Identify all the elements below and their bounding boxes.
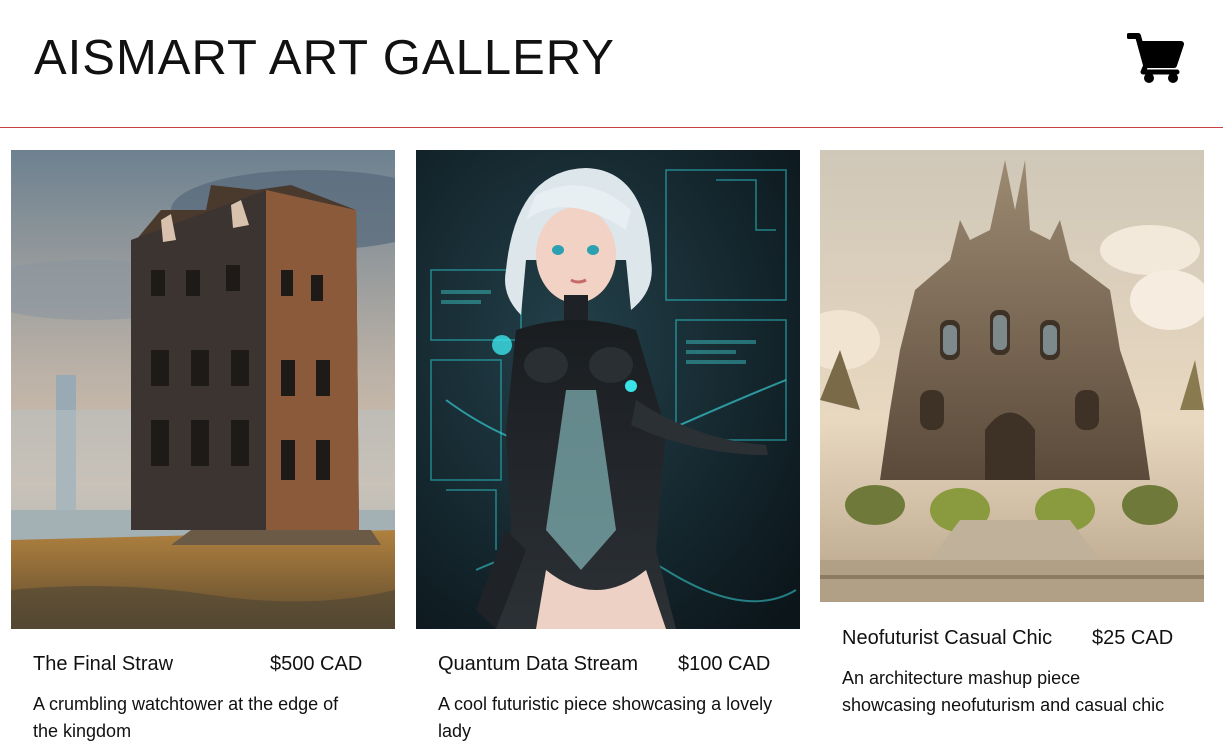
artwork-price: $25 CAD (1092, 627, 1174, 649)
artwork-price: $500 CAD (270, 653, 363, 675)
artwork-image-watchtower[interactable] (11, 150, 395, 629)
shopping-cart-icon[interactable] (1126, 32, 1185, 84)
artwork-price: $100 CAD (678, 653, 771, 675)
artwork-title: Quantum Data Stream (438, 653, 639, 675)
artwork-description: An architecture mashup piece showcasing … (842, 668, 1165, 715)
artwork-image-cyber-girl[interactable] (416, 150, 800, 629)
site-header: AISMART ART GALLERY (0, 0, 1223, 128)
artwork-description: A cool futuristic piece showcasing a lov… (438, 694, 773, 741)
artwork-description: A crumbling watchtower at the edge of th… (33, 694, 339, 741)
site-title: AISMART ART GALLERY (34, 31, 615, 85)
artwork-title: The Final Straw (33, 653, 174, 675)
artwork-image-palace[interactable] (820, 150, 1204, 602)
artwork-title: Neofuturist Casual Chic (842, 627, 1053, 649)
